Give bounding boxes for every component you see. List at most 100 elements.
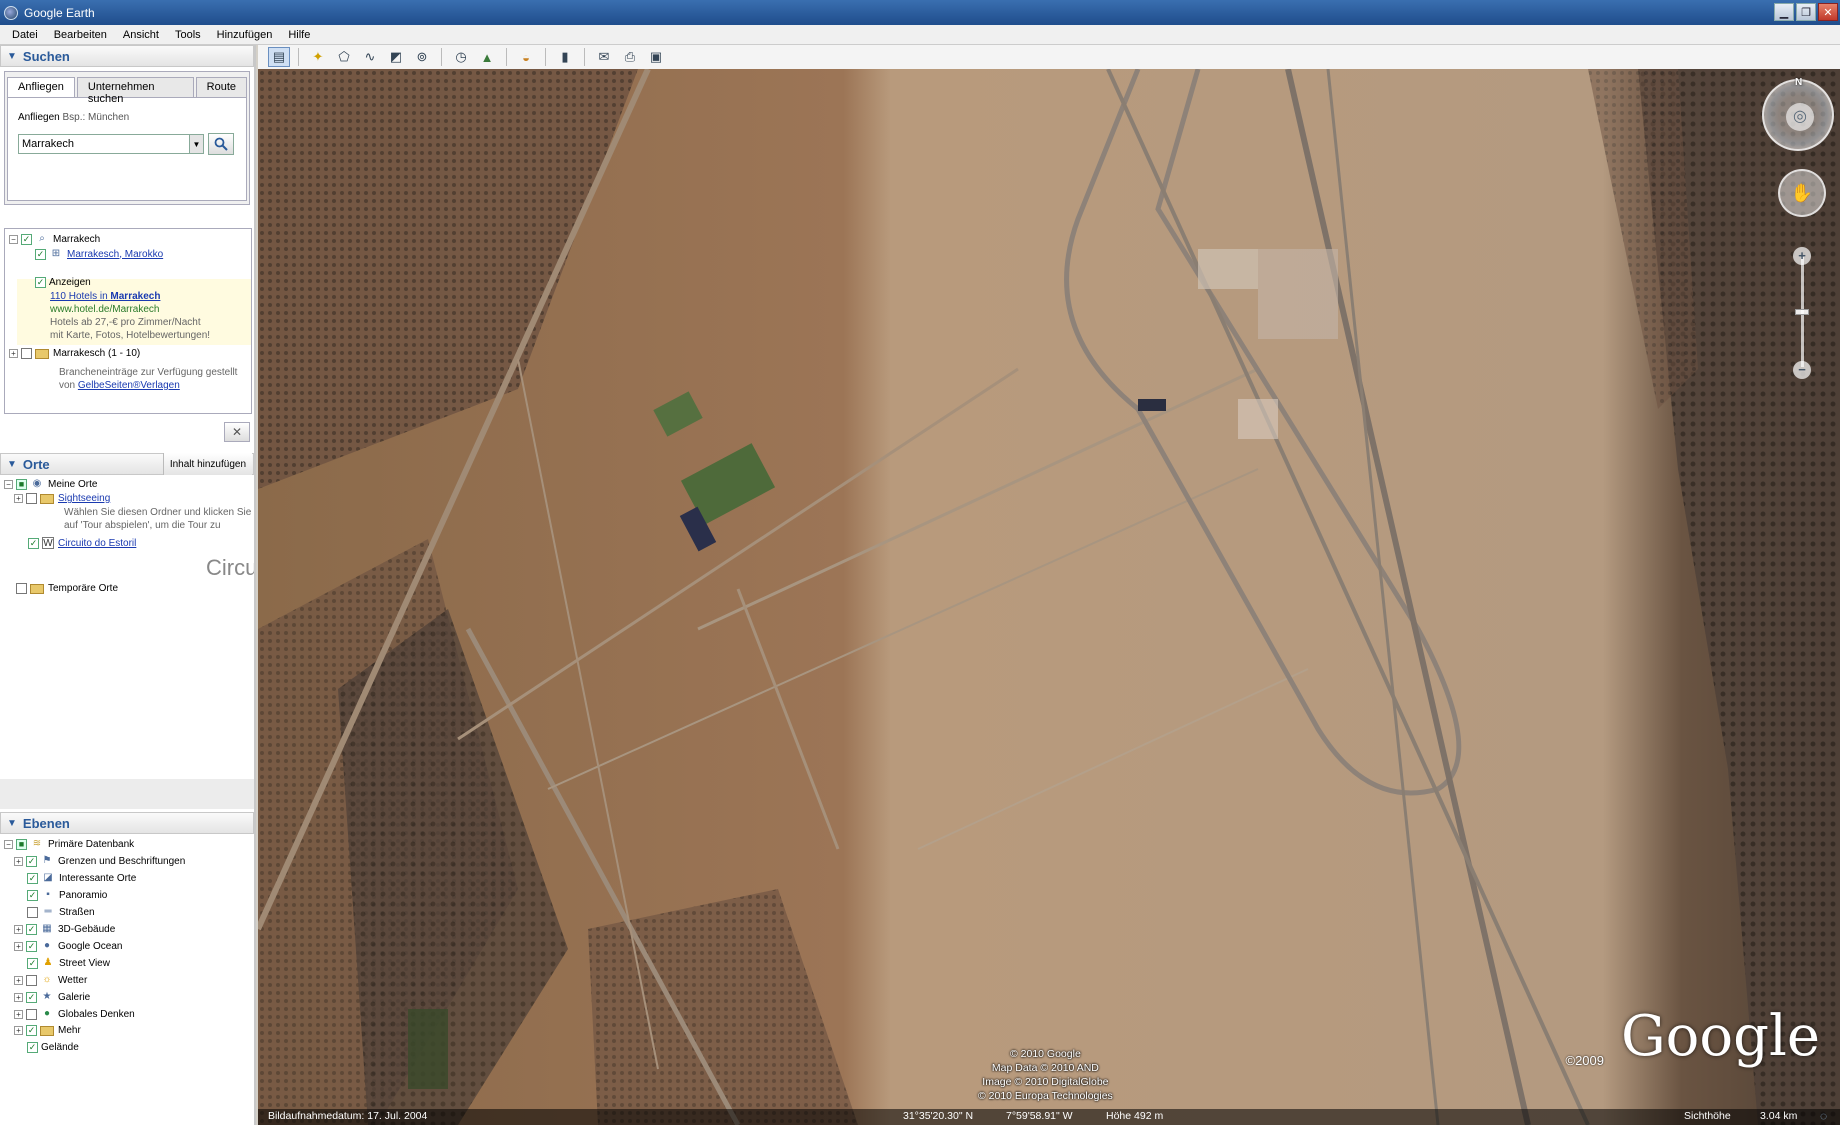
- ruler-button[interactable]: ▮: [554, 47, 576, 67]
- record-tour-button[interactable]: ⊚: [411, 47, 433, 67]
- view-in-maps-button[interactable]: ▣: [645, 47, 667, 67]
- checkbox[interactable]: ✓: [26, 940, 37, 952]
- minimize-button[interactable]: ▁: [1774, 3, 1794, 21]
- tab-route[interactable]: Route: [195, 77, 247, 97]
- add-placemark-button[interactable]: ✦: [307, 47, 329, 67]
- checkbox[interactable]: ■: [16, 838, 27, 850]
- switch-planet-button[interactable]: ◒: [515, 47, 537, 67]
- move-joystick[interactable]: ✋: [1778, 169, 1826, 217]
- checkbox[interactable]: ✓: [26, 974, 37, 986]
- layer-row[interactable]: + ✓ ⚑ Grenzen und Beschriftungen: [14, 855, 185, 867]
- menu-datei[interactable]: Datei: [4, 29, 46, 41]
- checkbox[interactable]: ✓: [26, 493, 37, 504]
- layer-row[interactable]: ✓ ▪ Panoramio: [27, 889, 107, 901]
- temp-places-row[interactable]: ✓ Temporäre Orte: [16, 583, 118, 594]
- menu-hinzufuegen[interactable]: Hinzufügen: [209, 29, 281, 41]
- expand-icon[interactable]: +: [14, 856, 23, 866]
- layer-row[interactable]: ✓ Gelände: [27, 1042, 79, 1053]
- menu-hilfe[interactable]: Hilfe: [280, 29, 318, 41]
- ad-url[interactable]: www.hotel.de/Marrakech: [50, 304, 160, 315]
- result-item-link[interactable]: Marrakesch, Marokko: [67, 249, 163, 260]
- layer-row[interactable]: ✓ ═ Straßen: [27, 906, 95, 918]
- circuito-row[interactable]: ✓ W Circuito do Estoril: [28, 537, 136, 549]
- menu-tools[interactable]: Tools: [167, 29, 209, 41]
- circuito-link[interactable]: Circuito do Estoril: [58, 538, 136, 549]
- tab-unternehmen-suchen[interactable]: Unternehmen suchen: [76, 77, 194, 105]
- sidebar-toggle-button[interactable]: ▤: [268, 47, 290, 67]
- add-overlay-button[interactable]: ◩: [385, 47, 407, 67]
- ads-row[interactable]: ✓ Anzeigen: [35, 277, 91, 288]
- my-places-row[interactable]: − ■ ◉ Meine Orte: [4, 478, 97, 490]
- checkbox[interactable]: ✓: [21, 348, 32, 359]
- checkbox[interactable]: ✓: [26, 1025, 37, 1036]
- checkbox[interactable]: ✓: [21, 233, 32, 245]
- checkbox[interactable]: ✓: [26, 991, 37, 1003]
- zoom-slider[interactable]: + −: [1793, 247, 1811, 379]
- search-history-dropdown[interactable]: ▼: [190, 134, 204, 154]
- result-item[interactable]: ✓ ⊞ Marrakesch, Marokko: [35, 248, 163, 260]
- add-path-button[interactable]: ∿: [359, 47, 381, 67]
- expand-icon[interactable]: +: [14, 494, 23, 503]
- restore-button[interactable]: ❐: [1796, 3, 1816, 21]
- expand-icon[interactable]: +: [14, 1026, 23, 1035]
- layers-panel-header[interactable]: ▼ Ebenen: [0, 812, 254, 834]
- layer-row[interactable]: ✓ ♟ Street View: [27, 957, 110, 969]
- expand-icon[interactable]: +: [14, 1009, 23, 1019]
- layer-row[interactable]: + ✓ ● Google Ocean: [14, 940, 123, 952]
- checkbox[interactable]: ✓: [27, 872, 38, 884]
- layer-row[interactable]: +✓ ● Globales Denken: [14, 1008, 135, 1020]
- expand-icon[interactable]: +: [14, 992, 23, 1002]
- checkbox[interactable]: ✓: [28, 537, 39, 549]
- checkbox[interactable]: ■: [16, 478, 27, 490]
- clear-search-button[interactable]: ✕: [224, 422, 250, 442]
- checkbox[interactable]: ✓: [27, 957, 38, 969]
- search-panel-header[interactable]: ▼ Suchen: [0, 45, 254, 67]
- search-input[interactable]: [18, 134, 190, 154]
- ad-title[interactable]: 110 Hotels in Marrakech: [50, 291, 160, 302]
- collapse-icon[interactable]: −: [9, 234, 18, 244]
- look-joystick[interactable]: N ◎: [1762, 77, 1834, 151]
- compass-north[interactable]: N: [1795, 77, 1802, 88]
- checkbox[interactable]: ✓: [26, 855, 37, 867]
- layer-row[interactable]: + ✓ ▦ 3D-Gebäude: [14, 923, 115, 935]
- checkbox[interactable]: ✓: [27, 906, 38, 918]
- checkbox[interactable]: ✓: [35, 277, 46, 288]
- checkbox[interactable]: ✓: [26, 1008, 37, 1020]
- layer-row[interactable]: ✓ ◪ Interessante Orte: [27, 872, 136, 884]
- layer-row[interactable]: + ✓ ★ Galerie: [14, 991, 90, 1003]
- zoom-in-button[interactable]: +: [1793, 247, 1811, 265]
- search-button[interactable]: [208, 133, 234, 155]
- layer-row[interactable]: +✓ ☼ Wetter: [14, 974, 87, 986]
- checkbox[interactable]: ✓: [27, 889, 38, 901]
- expand-icon[interactable]: +: [14, 924, 23, 934]
- add-polygon-button[interactable]: ⬠: [333, 47, 355, 67]
- primary-db-row[interactable]: − ■ ≋ Primäre Datenbank: [4, 838, 134, 850]
- checkbox[interactable]: ✓: [27, 1042, 38, 1053]
- zoom-thumb[interactable]: [1795, 309, 1809, 315]
- places-panel-header[interactable]: ▼ Orte Inhalt hinzufügen: [0, 453, 254, 475]
- collapse-icon[interactable]: −: [4, 839, 13, 849]
- result-group[interactable]: + ✓ Marrakesch (1 - 10): [9, 348, 140, 359]
- historical-imagery-button[interactable]: ◷: [450, 47, 472, 67]
- sightseeing-link[interactable]: Sightseeing: [58, 493, 110, 504]
- ad-title-prefix[interactable]: 110 Hotels in: [50, 291, 110, 302]
- add-content-button[interactable]: Inhalt hinzufügen: [162, 453, 252, 475]
- expand-icon[interactable]: +: [14, 941, 23, 951]
- panel-splitter[interactable]: [0, 779, 254, 809]
- close-window-button[interactable]: ✕: [1818, 3, 1838, 21]
- print-button[interactable]: ⎙: [619, 47, 641, 67]
- checkbox[interactable]: ✓: [26, 923, 37, 935]
- zoom-out-button[interactable]: −: [1793, 361, 1811, 379]
- expand-icon[interactable]: +: [9, 349, 18, 358]
- checkbox[interactable]: ✓: [35, 248, 46, 260]
- sunlight-button[interactable]: ▲: [476, 47, 498, 67]
- layer-row[interactable]: + ✓ Mehr: [14, 1025, 81, 1036]
- expand-icon[interactable]: +: [14, 975, 23, 985]
- earth-viewer[interactable]: N ◎ ✋ + − © 2010 Google Map Data © 2010 …: [258, 69, 1840, 1125]
- menu-ansicht[interactable]: Ansicht: [115, 29, 167, 41]
- menu-bearbeiten[interactable]: Bearbeiten: [46, 29, 115, 41]
- ad-title-bold[interactable]: Marrakech: [110, 291, 160, 302]
- email-button[interactable]: ✉: [593, 47, 615, 67]
- collapse-icon[interactable]: −: [4, 479, 13, 489]
- credit-link[interactable]: GelbeSeiten®Verlagen: [78, 380, 180, 391]
